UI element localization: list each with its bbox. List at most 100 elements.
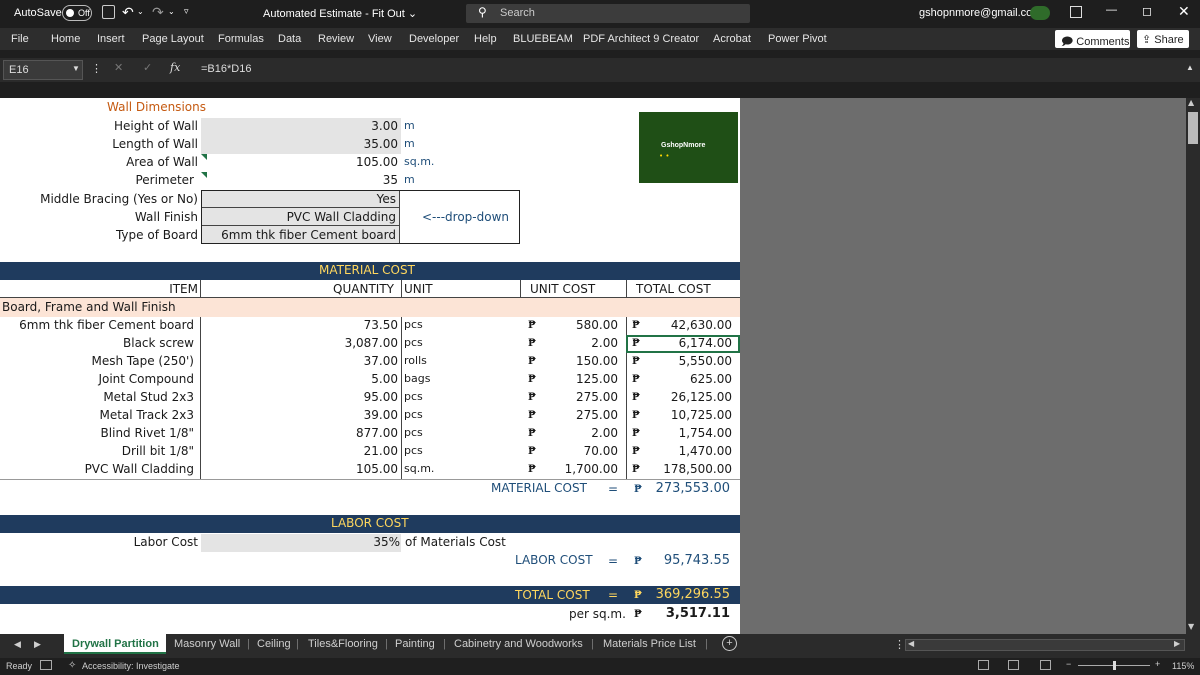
ribbon-display-icon[interactable] (1070, 6, 1082, 18)
item-unit[interactable]: pcs (404, 318, 423, 331)
page-break-view-icon[interactable] (1040, 660, 1051, 670)
item-quantity[interactable]: 105.00 (300, 462, 398, 476)
selected-cell-outline[interactable] (626, 335, 740, 353)
expand-formula-bar-icon[interactable]: ▲ (1186, 63, 1194, 72)
item-quantity[interactable]: 39.00 (300, 408, 398, 422)
labor-percent[interactable]: 35% (330, 535, 400, 549)
item-quantity[interactable]: 73.50 (300, 318, 398, 332)
item-name[interactable]: Joint Compound (0, 372, 194, 386)
avatar[interactable] (1030, 6, 1050, 20)
tab-masonry-wall[interactable]: Masonry Wall (174, 638, 240, 650)
item-unit[interactable]: pcs (404, 444, 423, 457)
item-unit-cost[interactable]: 70.00 (540, 444, 618, 458)
add-sheet-icon[interactable]: + (722, 636, 737, 651)
item-quantity[interactable]: 877.00 (300, 426, 398, 440)
cancel-entry-icon[interactable]: ✕ (114, 61, 123, 74)
item-quantity[interactable]: 37.00 (300, 354, 398, 368)
comment-indicator-icon[interactable] (201, 172, 207, 178)
page-layout-view-icon[interactable] (1008, 660, 1019, 670)
value-board-type[interactable]: 6mm thk fiber Cement board (210, 228, 396, 242)
scroll-up-icon[interactable]: ▲ (1188, 98, 1194, 107)
scroll-down-icon[interactable]: ▼ (1188, 622, 1194, 631)
item-total[interactable]: 26,125.00 (640, 390, 732, 404)
item-unit[interactable]: pcs (404, 390, 423, 403)
value-length[interactable]: 35.00 (300, 137, 398, 151)
tab-data[interactable]: Data (278, 33, 301, 45)
item-unit-cost[interactable]: 275.00 (540, 408, 618, 422)
normal-view-icon[interactable] (978, 660, 989, 670)
insert-function-icon[interactable]: fx (170, 61, 180, 74)
zoom-out-icon[interactable]: − (1066, 659, 1071, 669)
tab-drywall-partition[interactable]: Drywall Partition (64, 634, 166, 654)
undo-icon[interactable]: ↶ (122, 4, 134, 21)
undo-dropdown-icon[interactable]: ⌄ (137, 7, 144, 16)
tab-insert[interactable]: Insert (97, 33, 125, 45)
item-name[interactable]: PVC Wall Cladding (0, 462, 194, 476)
tab-options-icon[interactable]: ⋮ (894, 638, 905, 651)
value-height[interactable]: 3.00 (300, 119, 398, 133)
tab-bluebeam[interactable]: BLUEBEAM (513, 33, 573, 45)
item-quantity[interactable]: 21.00 (300, 444, 398, 458)
item-total[interactable]: 42,630.00 (640, 318, 732, 332)
item-total[interactable]: 1,754.00 (640, 426, 732, 440)
accessibility-status[interactable]: Accessibility: Investigate (82, 661, 180, 671)
tab-help[interactable]: Help (474, 33, 497, 45)
item-unit[interactable]: pcs (404, 426, 423, 439)
worksheet-grid[interactable]: Wall Dimensions Height of Wall 3.00 m Le… (0, 98, 1186, 634)
tab-tiles-flooring[interactable]: Tiles&Flooring (308, 638, 378, 650)
tab-page-layout[interactable]: Page Layout (142, 33, 204, 45)
item-unit-cost[interactable]: 125.00 (540, 372, 618, 386)
item-unit-cost[interactable]: 2.00 (540, 336, 618, 350)
tab-home[interactable]: Home (51, 33, 80, 45)
tab-review[interactable]: Review (318, 33, 354, 45)
macro-record-icon[interactable] (40, 660, 52, 670)
item-unit-cost[interactable]: 150.00 (540, 354, 618, 368)
item-quantity[interactable]: 95.00 (300, 390, 398, 404)
item-name[interactable]: Metal Stud 2x3 (0, 390, 194, 404)
document-title[interactable]: Automated Estimate - Fit Out ⌄ (263, 7, 417, 20)
scroll-right-icon[interactable]: ▶ (1174, 639, 1180, 648)
tab-view[interactable]: View (368, 33, 392, 45)
scroll-thumb[interactable] (1188, 112, 1198, 144)
item-unit-cost[interactable]: 275.00 (540, 390, 618, 404)
zoom-in-icon[interactable]: + (1155, 659, 1160, 669)
item-name[interactable]: Metal Track 2x3 (0, 408, 194, 422)
item-name[interactable]: 6mm thk fiber Cement board (0, 318, 194, 332)
comment-indicator-icon[interactable] (201, 154, 207, 160)
item-name[interactable]: Blind Rivet 1/8" (0, 426, 194, 440)
tab-developer[interactable]: Developer (409, 33, 459, 45)
tab-power-pivot[interactable]: Power Pivot (768, 33, 827, 45)
share-button[interactable]: ⇪ Share (1137, 30, 1189, 48)
item-total[interactable]: 625.00 (640, 372, 732, 386)
item-total[interactable]: 5,550.00 (640, 354, 732, 368)
search-box[interactable]: ⚲ Search (466, 4, 750, 23)
tab-formulas[interactable]: Formulas (218, 33, 264, 45)
tab-painting[interactable]: Painting (395, 638, 435, 650)
formula-input[interactable]: =B16*D16 (195, 60, 1185, 80)
zoom-level[interactable]: 115% (1172, 661, 1194, 671)
minimize-icon[interactable]: — (1106, 4, 1117, 16)
accessibility-icon[interactable]: ✧ (68, 660, 76, 671)
item-name[interactable]: Drill bit 1/8" (0, 444, 194, 458)
item-unit-cost[interactable]: 1,700.00 (540, 462, 618, 476)
horizontal-scrollbar[interactable]: ◀ ▶ (905, 639, 1185, 651)
item-name[interactable]: Black screw (0, 336, 194, 350)
tab-pdf-architect[interactable]: PDF Architect 9 Creator (583, 33, 699, 45)
item-quantity[interactable]: 5.00 (300, 372, 398, 386)
customize-toolbar-icon[interactable]: ▿ (184, 6, 189, 17)
item-unit[interactable]: rolls (404, 354, 427, 367)
item-unit-cost[interactable]: 580.00 (540, 318, 618, 332)
redo-icon[interactable]: ↷ (152, 4, 164, 21)
tab-acrobat[interactable]: Acrobat (713, 33, 751, 45)
more-options-icon[interactable]: ⋮ (91, 62, 102, 75)
restore-icon[interactable]: ◻ (1142, 4, 1152, 18)
tab-materials-price-list[interactable]: Materials Price List (603, 638, 696, 650)
value-wall-finish[interactable]: PVC Wall Cladding (230, 210, 396, 224)
close-icon[interactable]: ✕ (1178, 3, 1190, 20)
next-sheet-icon[interactable]: ▶ (34, 639, 41, 650)
value-bracing[interactable]: Yes (250, 192, 396, 206)
save-icon[interactable] (102, 5, 115, 19)
item-name[interactable]: Mesh Tape (250') (0, 354, 195, 368)
item-total[interactable]: 10,725.00 (640, 408, 732, 422)
item-unit-cost[interactable]: 2.00 (540, 426, 618, 440)
